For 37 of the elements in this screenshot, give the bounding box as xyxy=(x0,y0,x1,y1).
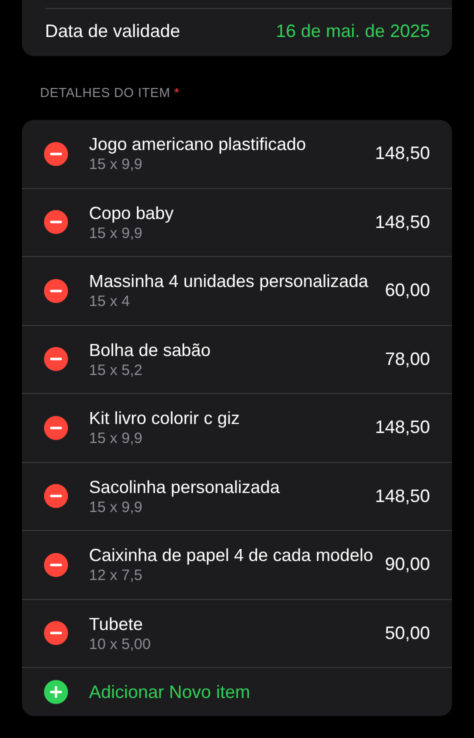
item-size: 15 x 9,9 xyxy=(89,224,144,243)
remove-icon[interactable] xyxy=(44,484,68,508)
item-name: Tubete xyxy=(89,612,144,635)
remove-icon[interactable] xyxy=(44,142,68,166)
remove-icon[interactable] xyxy=(44,278,68,303)
item-price: 78,00 xyxy=(384,348,430,371)
item-price: 148,50 xyxy=(374,210,430,234)
remove-icon[interactable] xyxy=(44,621,68,646)
item-price: 148,50 xyxy=(374,484,430,508)
item-name: Massinha 4 unidades personalizada xyxy=(89,270,370,292)
item-price: 60,00 xyxy=(384,279,430,302)
remove-icon[interactable] xyxy=(44,552,68,577)
item-size: 15 x 9,9 xyxy=(89,498,144,517)
item-price: 148,50 xyxy=(374,142,430,166)
item-size: 15 x 9,9 xyxy=(89,429,144,448)
item-price: 50,00 xyxy=(384,622,430,645)
item-price: 148,50 xyxy=(374,416,430,440)
remove-icon[interactable] xyxy=(44,416,68,440)
item-name: Bolha de sabão xyxy=(89,338,212,361)
item-size: 15 x 4 xyxy=(89,292,131,312)
field-label: Data de validade xyxy=(45,20,180,43)
item-size: 15 x 9,9 xyxy=(89,155,144,174)
item-price: 90,00 xyxy=(384,553,430,576)
item-size: 15 x 5,2 xyxy=(89,360,144,380)
item-name: Caixinha de papel 4 de cada modelo xyxy=(89,544,374,566)
remove-icon[interactable] xyxy=(44,347,68,372)
item-name: Jogo americano plastificado xyxy=(89,133,307,156)
item-name: Sacolinha personalizada xyxy=(89,476,281,498)
item-size: 12 x 7,5 xyxy=(89,566,144,586)
item-size: 10 x 5,00 xyxy=(89,634,152,654)
item-name: Kit livro colorir c giz xyxy=(89,407,241,430)
date-value[interactable]: 16 de mai. de 2025 xyxy=(276,18,430,45)
item-name: Copo baby xyxy=(89,202,175,224)
add-item-button[interactable]: Adicionar Novo item xyxy=(89,678,250,706)
remove-icon[interactable] xyxy=(44,210,68,234)
add-icon[interactable] xyxy=(44,680,68,704)
section-header: DETALHES DO ITEM * xyxy=(40,84,180,102)
